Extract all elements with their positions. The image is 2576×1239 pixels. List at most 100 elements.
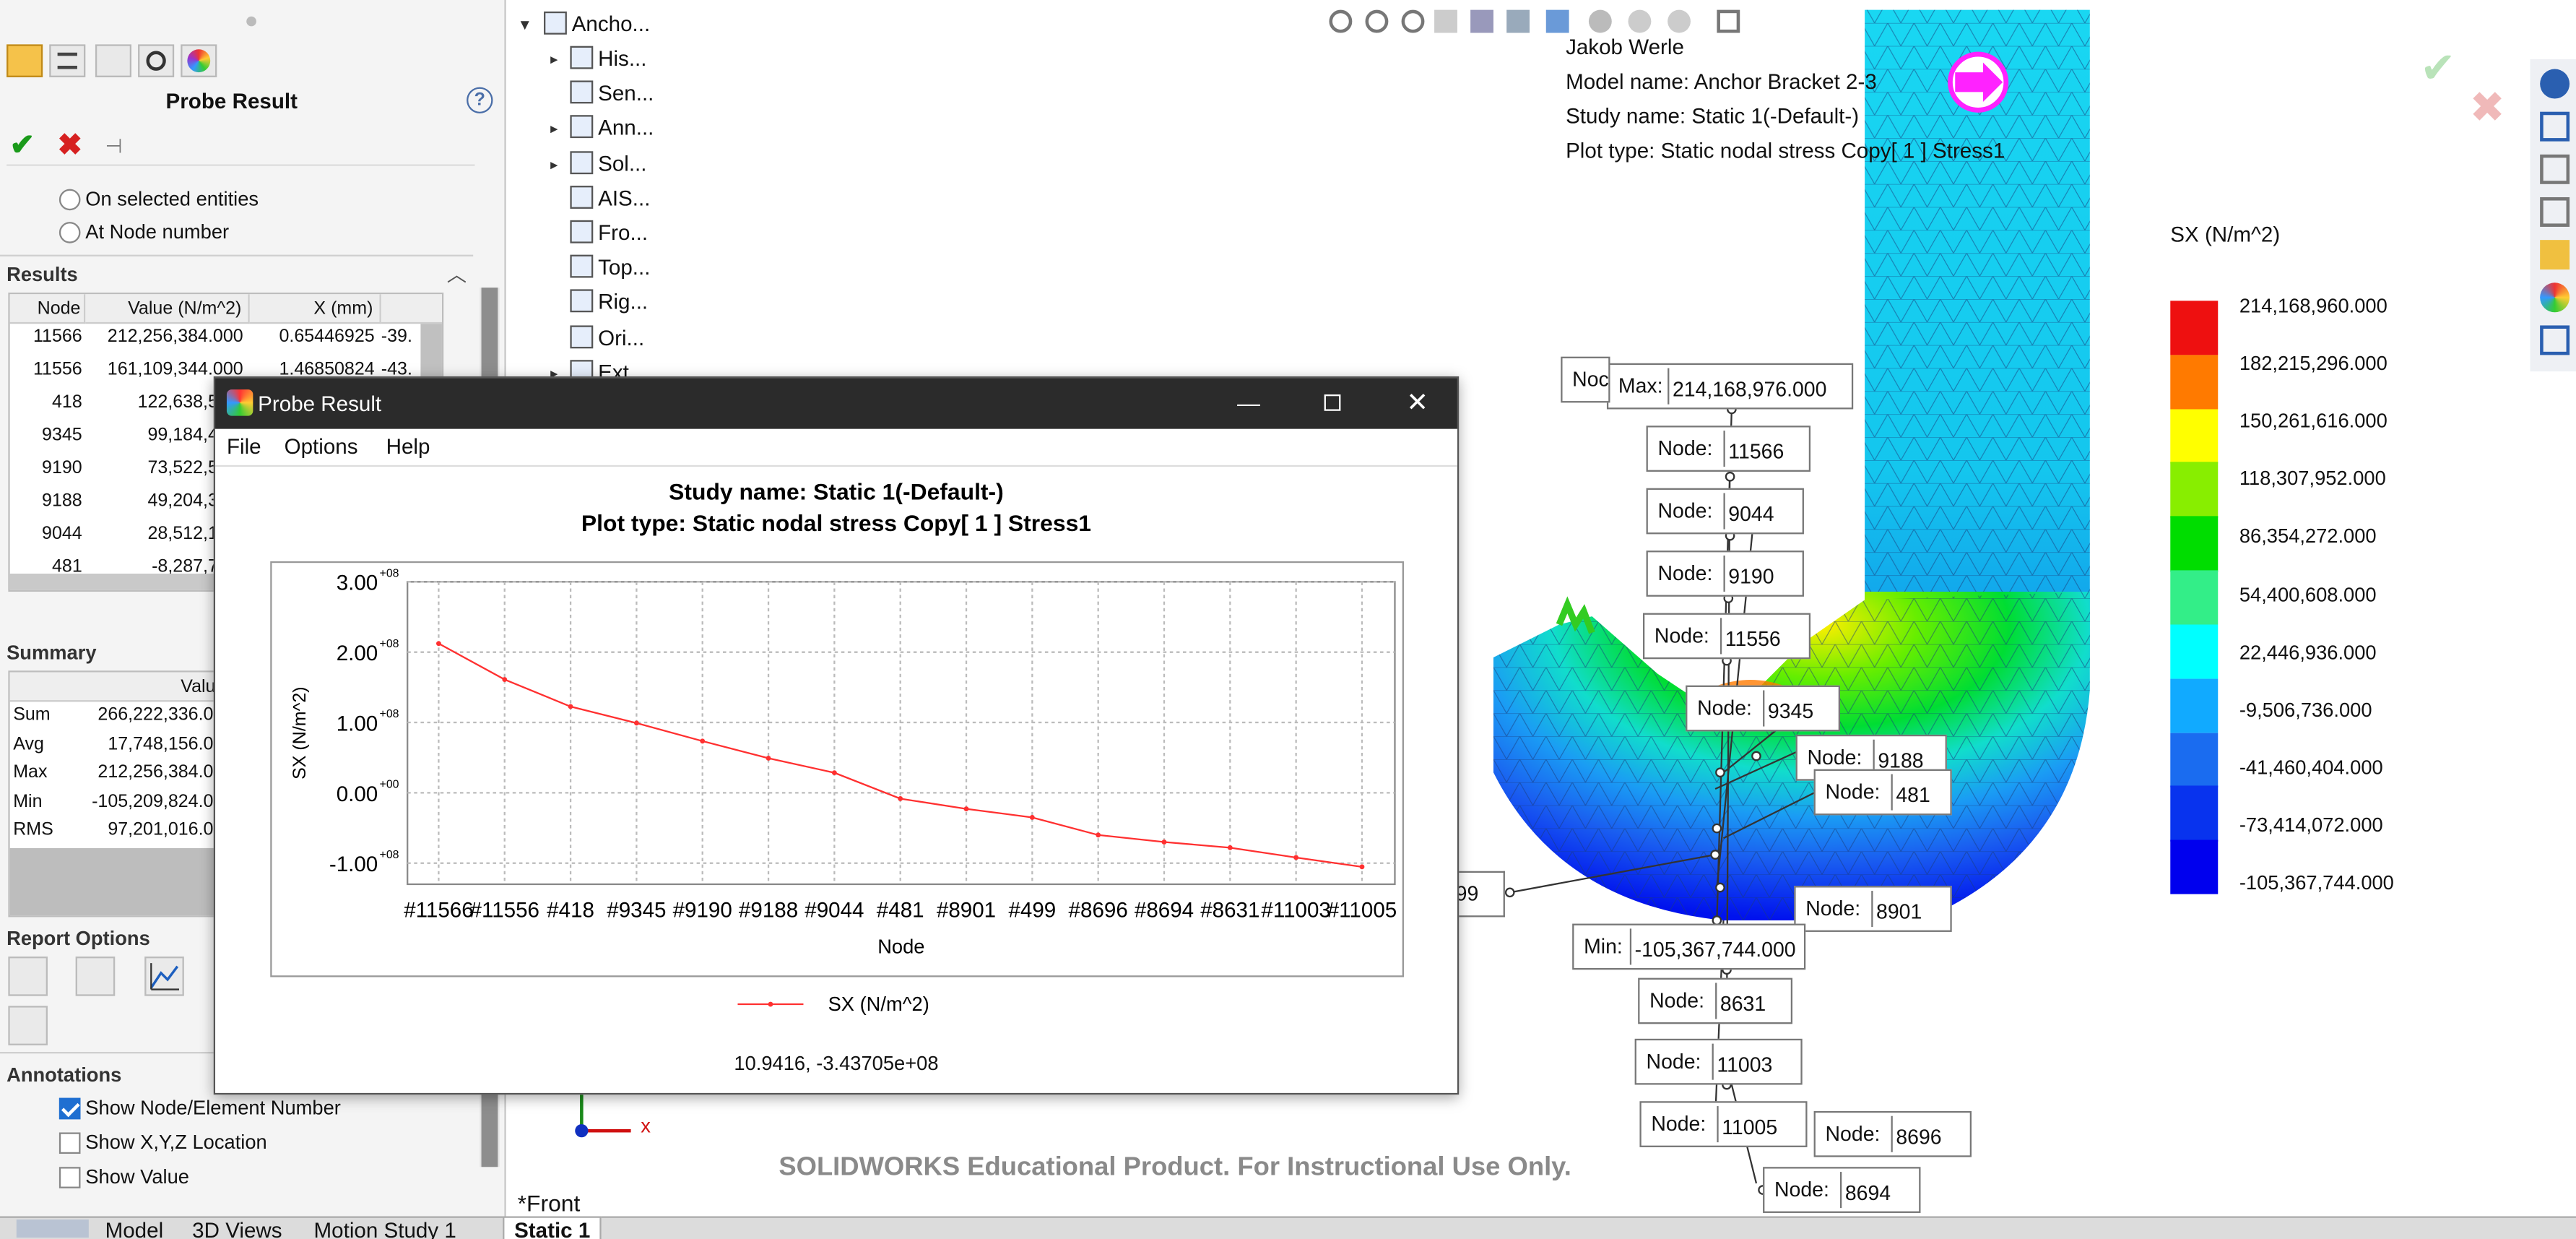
scene-icon[interactable]	[1668, 9, 1691, 33]
confirm-cancel-icon[interactable]: ✖	[2469, 82, 2505, 134]
legend-value: 54,400,608.000	[2239, 582, 2377, 606]
show-value-checkbox[interactable]	[58, 1167, 81, 1188]
probe-callout[interactable]: Node: 9345	[1686, 685, 1840, 732]
tab-model[interactable]: Model	[105, 1218, 164, 1239]
col-header-value[interactable]: Value (N/m^2)	[85, 294, 250, 324]
probe-callout[interactable]: Min: -105,367,744.000	[1572, 923, 1806, 970]
probe-window-titlebar[interactable]: Probe Result — ✕	[215, 378, 1457, 429]
menu-help[interactable]: Help	[386, 434, 430, 459]
tab-static-1[interactable]: Static 1	[503, 1216, 602, 1239]
summary-section-header[interactable]: Summary	[6, 641, 96, 664]
save-report-button[interactable]	[8, 957, 48, 996]
show-xyz-label: Show X,Y,Z Location	[85, 1131, 267, 1154]
plot-button[interactable]	[144, 957, 184, 996]
show-xyz-checkbox[interactable]	[58, 1132, 81, 1154]
tab-motion-study[interactable]: Motion Study 1	[314, 1218, 456, 1239]
results-scrollbar-thumb[interactable]	[420, 324, 442, 380]
cancel-x-icon[interactable]: ✖	[58, 128, 82, 163]
collapse-icon[interactable]: ︿	[447, 259, 467, 288]
tab-scroll-arrows[interactable]	[16, 1219, 89, 1238]
probe-callout[interactable]: Node: 8696	[1813, 1110, 1972, 1157]
heads-up-toolbar[interactable]	[1329, 7, 1756, 36]
menu-file[interactable]: File	[227, 434, 261, 459]
custom-properties-icon[interactable]	[2540, 325, 2570, 355]
legend-value: 214,168,960.000	[2239, 294, 2388, 318]
educational-watermark: SOLIDWORKS Educational Product. For Inst…	[779, 1154, 1571, 1182]
probe-callout[interactable]: Node: 11566	[1646, 426, 1811, 472]
results-cell: 9345	[42, 426, 82, 446]
resources-icon[interactable]	[2540, 69, 2570, 99]
at-node-number-radio[interactable]	[58, 222, 81, 243]
annotations-header[interactable]: Annotations	[6, 1063, 121, 1087]
panel-grip[interactable]	[246, 16, 256, 27]
probe-point	[1715, 882, 1725, 893]
solidworks-window: Probe Result ? ✔ ✖ ⊣ On selected entitie…	[0, 0, 2576, 1239]
file-explorer-icon[interactable]	[2540, 197, 2570, 227]
close-icon[interactable]: ✕	[1406, 387, 1428, 420]
on-selected-entities-radio[interactable]	[58, 189, 81, 211]
plot-info: Jakob Werle Model name: Anchor Bracket 2…	[1566, 30, 2005, 168]
probe-callout[interactable]: Node: 9044	[1646, 488, 1804, 535]
probe-point	[1710, 850, 1720, 860]
legend-value: -41,460,404.000	[2239, 756, 2383, 779]
display-style-icon[interactable]	[1545, 9, 1569, 33]
configuration-tab[interactable]	[95, 44, 131, 77]
legend-color-band	[2170, 624, 2219, 680]
legend-color-band	[2170, 839, 2219, 895]
probe-callout[interactable]: Node: 8631	[1638, 977, 1793, 1024]
probe-callout[interactable]: Node: 11556	[1643, 613, 1811, 660]
legend-color-band	[2170, 516, 2219, 571]
probe-callout[interactable]: Node: 11003	[1634, 1038, 1803, 1085]
summary-value: -105,209,824.00	[92, 791, 224, 811]
minimize-icon[interactable]: —	[1237, 389, 1260, 415]
feature-manager-tab[interactable]	[6, 44, 43, 77]
appearances-icon[interactable]	[2540, 282, 2570, 313]
monitor-icon[interactable]	[1717, 9, 1740, 33]
show-node-element-checkbox[interactable]	[58, 1097, 81, 1120]
view-orientation-icon[interactable]	[1506, 9, 1530, 33]
results-section-header[interactable]: Results	[6, 263, 78, 286]
zoom-area-icon[interactable]	[1365, 9, 1389, 33]
probe-callout[interactable]: Node: 481	[1813, 769, 1952, 816]
panel-title: Probe Result	[165, 88, 298, 113]
legend-color-band	[2170, 408, 2219, 464]
probe-callout[interactable]: Max: 214,168,976.000	[1606, 363, 1854, 410]
probe-point	[1751, 751, 1761, 761]
x-tick-label: #11005	[1327, 898, 1397, 922]
zoom-to-fit-icon[interactable]	[1329, 9, 1353, 33]
copy-report-button[interactable]	[75, 957, 116, 996]
clipboard-button[interactable]	[8, 1006, 48, 1045]
confirm-ok-icon[interactable]: ✔	[2420, 43, 2456, 94]
report-options-header[interactable]: Report Options	[6, 927, 150, 950]
data-point	[766, 756, 771, 761]
home-icon[interactable]	[2540, 111, 2570, 142]
maximize-icon[interactable]	[1324, 394, 1341, 411]
dimxpert-tab[interactable]	[138, 44, 175, 77]
tab-3d-views[interactable]: 3D Views	[192, 1218, 282, 1239]
ok-check-icon[interactable]: ✔	[10, 128, 35, 163]
design-library-icon[interactable]	[2540, 154, 2570, 184]
menu-options[interactable]: Options	[285, 434, 358, 459]
section-view-icon[interactable]	[1434, 9, 1457, 33]
probe-callout[interactable]: Node: 9190	[1646, 551, 1804, 597]
y-tick-exponent: +08	[380, 638, 399, 650]
display-manager-tab[interactable]	[181, 44, 217, 77]
previous-view-icon[interactable]	[1401, 9, 1425, 33]
y-tick-exponent: +08	[380, 568, 399, 580]
data-point	[568, 704, 573, 709]
help-icon[interactable]: ?	[467, 87, 493, 113]
hide-show-icon[interactable]	[1588, 9, 1612, 33]
view-palette-icon[interactable]	[2540, 240, 2570, 270]
view-tools-icon[interactable]	[1470, 9, 1493, 33]
legend-color-band	[2170, 301, 2219, 356]
col-header-x[interactable]: X (mm)	[249, 294, 381, 324]
probe-callout[interactable]: Node: 8694	[1763, 1167, 1921, 1213]
probe-callout[interactable]: Node: 11005	[1639, 1101, 1808, 1147]
pushpin-icon[interactable]: ⊣	[105, 135, 123, 158]
probe-point	[1504, 887, 1515, 898]
col-header-node[interactable]: Node	[9, 294, 86, 324]
probe-callout[interactable]: Node: 8901	[1794, 886, 1952, 932]
property-manager-tab[interactable]	[49, 44, 86, 77]
results-cell: 418	[51, 392, 82, 413]
appearance-icon[interactable]	[1628, 9, 1652, 33]
